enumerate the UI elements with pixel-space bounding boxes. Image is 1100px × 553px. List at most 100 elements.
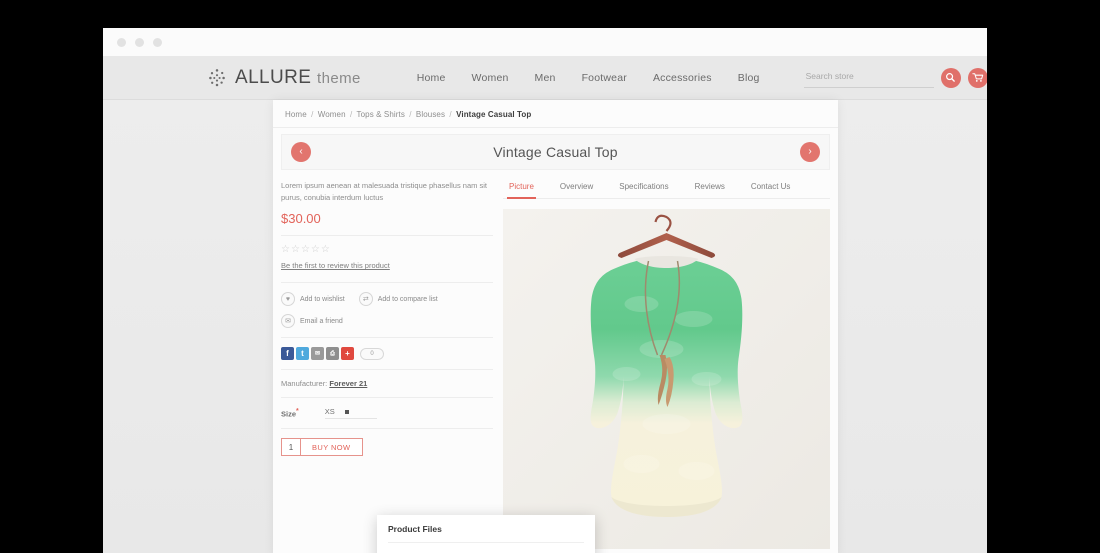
tab-specifications[interactable]: Specifications <box>617 182 670 198</box>
tab-contact-us[interactable]: Contact Us <box>749 182 793 198</box>
chevron-down-icon <box>345 410 349 414</box>
close-dot[interactable] <box>117 38 126 47</box>
product-columns: Lorem ipsum aenean at malesuada tristiqu… <box>273 170 838 549</box>
product-description: Lorem ipsum aenean at malesuada tristiqu… <box>281 180 493 203</box>
chevron-right-icon: › <box>808 147 811 157</box>
add-to-compare-label: Add to compare list <box>378 296 438 303</box>
nav-item-blog[interactable]: Blog <box>738 72 760 84</box>
breadcrumb-separator: / <box>449 110 451 119</box>
site-logo[interactable]: ALLURE theme <box>207 67 361 89</box>
envelope-icon: ✉ <box>281 314 295 328</box>
logo-thin-text: theme <box>317 70 361 87</box>
star-icon: ☆ <box>281 245 290 255</box>
logo-text: ALLURE theme <box>235 67 361 89</box>
search-area <box>804 68 987 88</box>
size-label-text: Size <box>281 410 296 419</box>
breadcrumb: Home / Women / Tops & Shirts / Blouses /… <box>273 100 838 128</box>
tab-reviews[interactable]: Reviews <box>693 182 727 198</box>
page-body: Home / Women / Tops & Shirts / Blouses /… <box>103 100 987 553</box>
googleplus-share-button[interactable]: + <box>341 347 354 360</box>
breadcrumb-separator: / <box>409 110 411 119</box>
product-action-row-2: ✉ Email a friend <box>281 314 493 328</box>
browser-window: ALLURE theme Home Women Men Footwear Acc… <box>103 28 987 553</box>
nav-item-home[interactable]: Home <box>417 72 446 84</box>
product-price: $30.00 <box>281 211 493 226</box>
social-share-bar: f t ✉ ⎙ + 0 <box>281 347 493 360</box>
screenshot-stage: ALLURE theme Home Women Men Footwear Acc… <box>0 0 1100 553</box>
allure-dots-logo-icon <box>207 68 227 88</box>
manufacturer-label: Manufacturer: <box>281 379 327 388</box>
search-button[interactable] <box>941 68 961 88</box>
breadcrumb-separator: / <box>311 110 313 119</box>
breadcrumb-separator: / <box>350 110 352 119</box>
divider <box>281 428 493 429</box>
content-panel: Home / Women / Tops & Shirts / Blouses /… <box>273 100 838 553</box>
divider <box>281 337 493 338</box>
star-icon: ☆ <box>321 245 330 255</box>
shopping-cart-icon <box>972 72 984 83</box>
size-selected-value: XS <box>325 407 335 416</box>
nav-item-accessories[interactable]: Accessories <box>653 72 712 84</box>
search-input[interactable] <box>804 68 934 88</box>
divider <box>281 282 493 283</box>
write-review-link[interactable]: Be the first to review this product <box>281 261 390 270</box>
breadcrumb-item-blouses[interactable]: Blouses <box>416 110 445 119</box>
add-to-compare-button[interactable]: ⇄ Add to compare list <box>359 292 438 306</box>
nav-item-men[interactable]: Men <box>535 72 556 84</box>
purchase-row: BUY NOW <box>281 438 493 456</box>
magnifier-icon <box>945 72 956 83</box>
product-tabs: Picture Overview Specifications Reviews … <box>503 180 830 199</box>
divider <box>281 235 493 236</box>
star-icon: ☆ <box>311 245 320 255</box>
tab-picture[interactable]: Picture <box>507 182 536 198</box>
maximize-dot[interactable] <box>153 38 162 47</box>
add-to-wishlist-label: Add to wishlist <box>300 296 345 303</box>
tab-overview[interactable]: Overview <box>558 182 595 198</box>
logo-bold-text: ALLURE <box>235 67 311 88</box>
product-file-size-chart[interactable]: Size Chart: Find out your size <box>388 549 584 553</box>
buy-now-button[interactable]: BUY NOW <box>301 438 363 456</box>
email-share-button[interactable]: ✉ <box>311 347 324 360</box>
email-a-friend-button[interactable]: ✉ Email a friend <box>281 314 343 328</box>
divider <box>388 542 584 543</box>
rating-stars[interactable]: ☆ ☆ ☆ ☆ ☆ <box>281 245 493 255</box>
product-files-card: Product Files Size Chart: Find out your … <box>377 515 595 553</box>
heart-icon: ♥ <box>281 292 295 306</box>
nav-item-women[interactable]: Women <box>472 72 509 84</box>
star-icon: ☆ <box>291 245 300 255</box>
cart-button[interactable] <box>968 68 987 88</box>
breadcrumb-item-home[interactable]: Home <box>285 110 307 119</box>
site-header: ALLURE theme Home Women Men Footwear Acc… <box>103 56 987 100</box>
twitter-share-button[interactable]: t <box>296 347 309 360</box>
facebook-share-button[interactable]: f <box>281 347 294 360</box>
breadcrumb-item-women[interactable]: Women <box>318 110 346 119</box>
product-media-column: Picture Overview Specifications Reviews … <box>503 180 830 549</box>
product-action-row-1: ♥ Add to wishlist ⇄ Add to compare list <box>281 292 493 306</box>
next-product-button[interactable]: › <box>800 142 820 162</box>
minimize-dot[interactable] <box>135 38 144 47</box>
email-a-friend-label: Email a friend <box>300 318 343 325</box>
size-attribute-row: Size* XS <box>281 407 493 419</box>
size-dropdown[interactable]: XS <box>325 407 377 419</box>
nav-item-footwear[interactable]: Footwear <box>582 72 627 84</box>
page-title: Vintage Casual Top <box>493 144 618 160</box>
product-files-title: Product Files <box>388 524 584 534</box>
manufacturer-link[interactable]: Forever 21 <box>329 379 367 388</box>
product-info-column: Lorem ipsum aenean at malesuada tristiqu… <box>281 180 493 549</box>
divider <box>281 369 493 370</box>
print-share-button[interactable]: ⎙ <box>326 347 339 360</box>
star-icon: ☆ <box>301 245 310 255</box>
product-title-bar: ‹ Vintage Casual Top › <box>281 134 830 170</box>
divider <box>281 397 493 398</box>
manufacturer-row: Manufacturer: Forever 21 <box>281 379 493 388</box>
quantity-input[interactable] <box>281 438 301 456</box>
breadcrumb-item-tops-shirts[interactable]: Tops & Shirts <box>357 110 405 119</box>
add-to-wishlist-button[interactable]: ♥ Add to wishlist <box>281 292 345 306</box>
share-count-badge: 0 <box>360 348 384 360</box>
main-navigation: Home Women Men Footwear Accessories Blog <box>417 72 760 84</box>
product-image[interactable] <box>503 209 830 549</box>
chevron-left-icon: ‹ <box>299 147 302 157</box>
required-asterisk: * <box>296 408 299 415</box>
previous-product-button[interactable]: ‹ <box>291 142 311 162</box>
size-label: Size* <box>281 408 299 419</box>
